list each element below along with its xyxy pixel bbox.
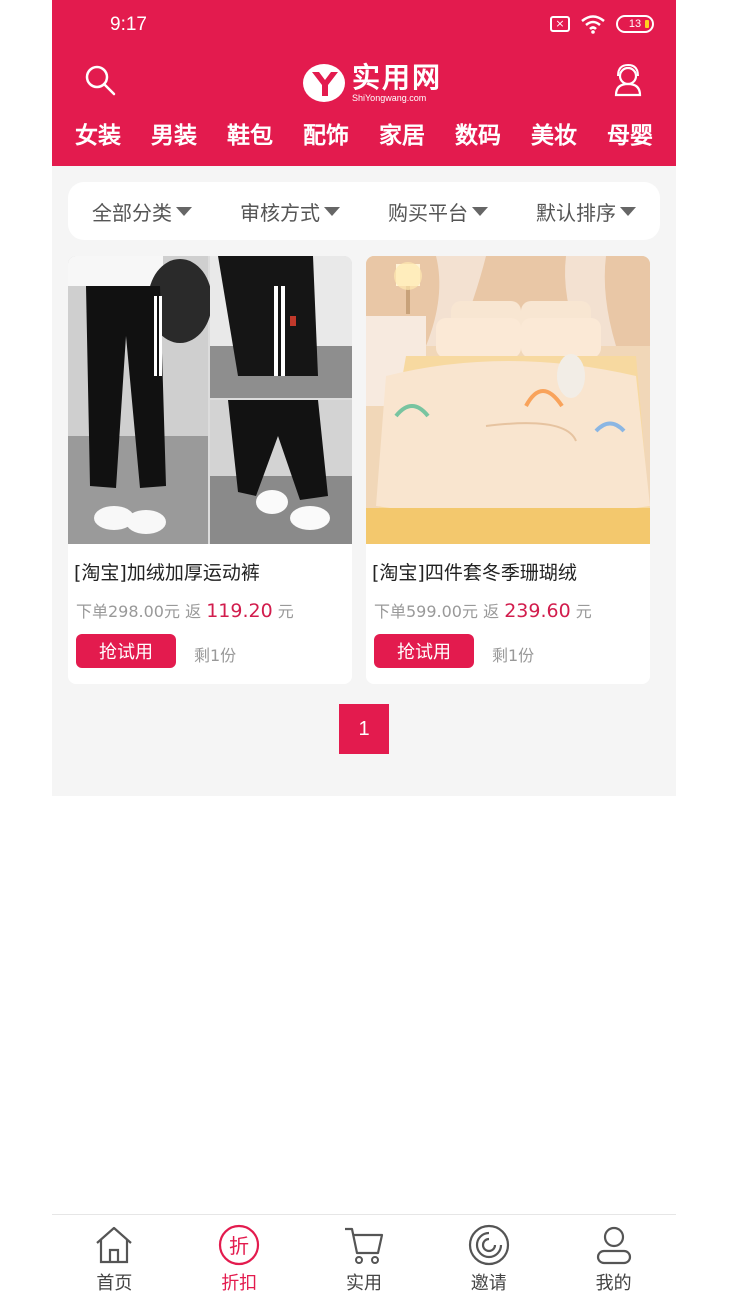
filter-all-categories[interactable]: 全部分类 — [92, 197, 192, 226]
filter-sort[interactable]: 默认排序 — [536, 197, 636, 226]
battery-icon: 13 — [616, 15, 654, 33]
category-baby[interactable]: 母婴 — [607, 116, 653, 152]
tab-label: 首页 — [96, 1273, 133, 1294]
category-digital[interactable]: 数码 — [455, 116, 501, 152]
filter-label: 购买平台 — [388, 200, 468, 225]
rebate-prefix: 返 — [185, 602, 202, 621]
caret-down-icon — [620, 206, 636, 216]
logo-title: 实用网 — [352, 61, 443, 94]
rebate-unit: 元 — [277, 602, 294, 621]
product-title[interactable]: [淘宝]四件套冬季珊瑚绒 — [372, 558, 577, 585]
invite-icon — [468, 1224, 509, 1266]
user-icon — [596, 1226, 631, 1265]
caret-down-icon — [472, 206, 488, 216]
rebate-value: 239.60 — [504, 600, 571, 622]
filter-review-method[interactable]: 审核方式 — [240, 197, 340, 226]
status-time: 9:17 — [110, 14, 147, 35]
product-list-area: 全部分类 审核方式 购买平台 默认排序 [淘宝]加绒加厚运动裤 下单298.00… — [52, 166, 676, 796]
filter-platform[interactable]: 购买平台 — [388, 197, 488, 226]
tab-label: 邀请 — [470, 1273, 507, 1294]
tab-invite[interactable]: 邀请 — [426, 1215, 551, 1296]
rebate-value: 119.20 — [206, 600, 273, 622]
header: 9:17 × 13 实用网 ShiYongwang.com 女装 男装 鞋包 配… — [52, 0, 676, 166]
product-card[interactable]: [淘宝]加绒加厚运动裤 下单298.00元 返 119.20 元 抢试用 剩1份 — [68, 256, 352, 684]
logo-subtitle: ShiYongwang.com — [352, 93, 427, 103]
filter-bar: 全部分类 审核方式 购买平台 默认排序 — [68, 182, 660, 240]
battery-level: 13 — [628, 18, 642, 30]
rebate-prefix: 返 — [483, 602, 500, 621]
tab-label: 折扣 — [221, 1273, 258, 1294]
pagination-current-page[interactable]: 1 — [339, 704, 389, 754]
wifi-icon — [581, 15, 605, 34]
sim-icon: × — [550, 16, 570, 32]
cart-icon — [344, 1227, 384, 1264]
app-screen: 9:17 × 13 实用网 ShiYongwang.com 女装 男装 鞋包 配… — [52, 0, 676, 1296]
product-card[interactable]: [淘宝]四件套冬季珊瑚绒 下单599.00元 返 239.60 元 抢试用 剩1… — [366, 256, 650, 684]
price-row: 下单298.00元 返 119.20 元 — [76, 598, 294, 622]
order-price: 下单298.00元 — [76, 602, 180, 621]
product-title[interactable]: [淘宝]加绒加厚运动裤 — [74, 558, 260, 585]
caret-down-icon — [176, 206, 192, 216]
price-row: 下单599.00元 返 239.60 元 — [374, 598, 592, 622]
customer-service-icon[interactable] — [610, 62, 646, 98]
home-icon — [96, 1226, 133, 1264]
category-men[interactable]: 男装 — [151, 116, 197, 152]
remaining-count: 剩1份 — [492, 646, 535, 665]
product-image-pants[interactable] — [68, 256, 352, 544]
discount-glyph: 折 — [229, 1234, 249, 1258]
tab-profile[interactable]: 我的 — [551, 1215, 676, 1296]
caret-down-icon — [324, 206, 340, 216]
category-accessories[interactable]: 配饰 — [303, 116, 349, 152]
search-icon[interactable] — [82, 62, 118, 98]
category-beauty[interactable]: 美妆 — [531, 116, 577, 152]
tab-label: 实用 — [345, 1273, 382, 1294]
rebate-unit: 元 — [575, 602, 592, 621]
filter-label: 默认排序 — [536, 200, 616, 225]
category-women[interactable]: 女装 — [75, 116, 121, 152]
try-button[interactable]: 抢试用 — [374, 634, 474, 668]
category-shoes-bags[interactable]: 鞋包 — [227, 116, 273, 152]
app-logo: 实用网 ShiYongwang.com — [302, 60, 442, 106]
tab-label: 我的 — [595, 1273, 632, 1294]
filter-label: 全部分类 — [92, 200, 172, 225]
bottom-tab-bar: 首页 折 折扣 实用 邀请 我的 — [52, 1214, 676, 1296]
logo-y-icon — [303, 64, 345, 102]
tab-discount[interactable]: 折 折扣 — [177, 1215, 302, 1296]
tab-practical[interactable]: 实用 — [302, 1215, 427, 1296]
tab-home[interactable]: 首页 — [52, 1215, 177, 1296]
try-button[interactable]: 抢试用 — [76, 634, 176, 668]
category-nav: 女装 男装 鞋包 配饰 家居 数码 美妆 母婴 — [52, 116, 676, 152]
remaining-count: 剩1份 — [194, 646, 237, 665]
filter-label: 审核方式 — [240, 200, 320, 225]
product-image-bedding[interactable] — [366, 256, 650, 544]
category-home[interactable]: 家居 — [379, 116, 425, 152]
order-price: 下单599.00元 — [374, 602, 478, 621]
status-icons: × 13 — [550, 14, 654, 34]
discount-icon: 折 — [219, 1224, 260, 1266]
